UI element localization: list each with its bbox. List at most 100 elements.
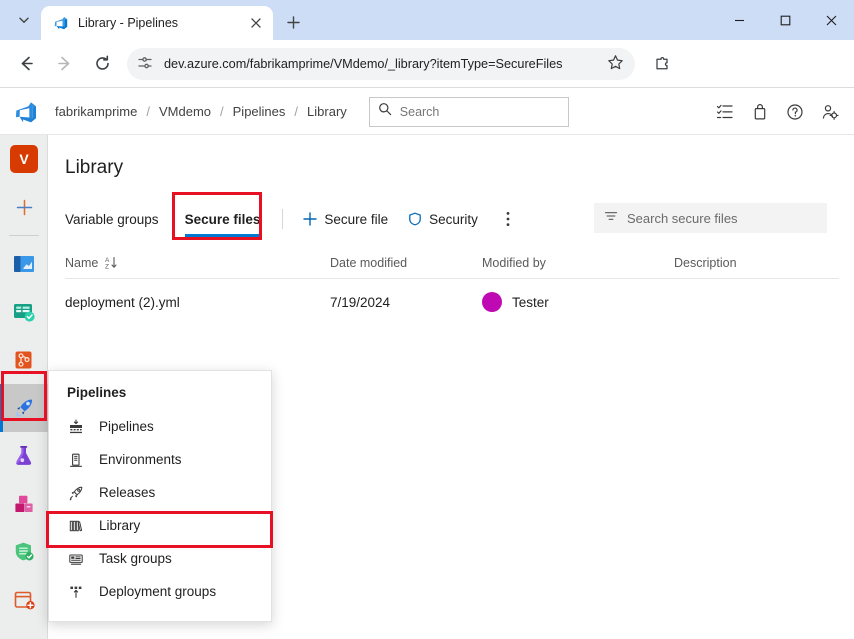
column-header-date-modified[interactable]: Date modified (330, 256, 482, 270)
column-header-modified-by[interactable]: Modified by (482, 256, 674, 270)
menu-item-deployment-groups[interactable]: Deployment groups (49, 575, 271, 608)
window-close-button[interactable] (808, 0, 854, 40)
secure-files-table: Name A Z Date modified Modified by Descr… (65, 247, 839, 325)
menu-item-releases-label: Releases (99, 485, 156, 500)
column-header-description[interactable]: Description (674, 256, 839, 270)
boards-checklist-icon[interactable] (709, 96, 741, 128)
breadcrumb-item-organization[interactable]: fabrikamprime (55, 104, 137, 119)
marketplace-bag-icon[interactable] (744, 96, 776, 128)
tab-list-chevron-down-icon[interactable] (10, 6, 38, 34)
menu-item-environments-label: Environments (99, 452, 182, 467)
extensions-puzzle-icon[interactable] (647, 49, 677, 79)
table-row[interactable]: deployment (2).yml 7/19/2024 Tester (65, 279, 839, 325)
breadcrumb-separator: / (220, 104, 224, 119)
sidebar-item-repos[interactable] (0, 336, 48, 384)
menu-item-deployment-groups-label: Deployment groups (99, 584, 217, 599)
table-header-row: Name A Z Date modified Modified by Descr… (65, 247, 839, 279)
flyout-title: Pipelines (67, 385, 127, 400)
page-settings-icon[interactable] (137, 55, 155, 73)
library-books-icon (67, 517, 85, 535)
search-secure-files-placeholder: Search secure files (627, 210, 738, 226)
sidebar-item-test-plans[interactable] (0, 432, 48, 480)
bookmark-star-icon[interactable] (607, 54, 627, 74)
tab-close-icon[interactable] (247, 14, 265, 32)
releases-rocket-icon (67, 484, 85, 502)
sidebar-item-advanced-security[interactable] (0, 528, 48, 576)
sidebar-item-overview[interactable] (0, 240, 48, 288)
browser-window: Library - Pipelines dev.azure.com/fabrik… (0, 0, 854, 639)
sidebar-item-artifacts[interactable] (0, 480, 48, 528)
header-search-placeholder: Search (399, 104, 440, 119)
header-action-icons (706, 89, 846, 135)
avatar (482, 292, 502, 312)
menu-item-pipelines[interactable]: Pipelines (49, 410, 271, 443)
column-header-name[interactable]: Name A Z (65, 256, 330, 270)
sidebar-item-pipelines[interactable] (0, 384, 48, 432)
breadcrumb-separator: / (294, 104, 299, 119)
help-question-icon[interactable] (779, 96, 811, 128)
breadcrumb: fabrikamprime / VMdemo / Pipelines / Lib… (55, 104, 347, 119)
sidebar-item-create-new[interactable] (0, 183, 48, 231)
rail-divider (8, 235, 39, 236)
search-secure-files-input[interactable]: Search secure files (594, 203, 827, 233)
browser-tab[interactable]: Library - Pipelines (41, 6, 273, 40)
window-maximize-button[interactable] (762, 0, 808, 40)
task-groups-icon (67, 550, 85, 568)
deployment-groups-icon (67, 583, 85, 601)
svg-text:Z: Z (105, 264, 109, 270)
address-bar[interactable]: dev.azure.com/fabrikamprime/VMdemo/_libr… (127, 47, 635, 80)
menu-item-library[interactable]: Library (49, 509, 271, 542)
menu-item-task-groups-label: Task groups (99, 551, 172, 566)
sidebar-item-add-extension[interactable] (0, 576, 48, 624)
add-secure-file-label: Secure file (324, 211, 389, 227)
menu-item-library-label: Library (99, 518, 141, 533)
toolbar-divider (282, 209, 284, 229)
page-title: Library (65, 157, 124, 178)
back-arrow-icon[interactable] (10, 48, 42, 80)
tab-variable-groups[interactable]: Variable groups (55, 197, 169, 241)
filter-icon (604, 209, 618, 228)
project-avatar[interactable]: V (0, 135, 48, 183)
window-minimize-button[interactable] (716, 0, 762, 40)
sidebar-item-boards[interactable] (0, 288, 48, 336)
breadcrumb-item-project[interactable]: VMdemo (159, 104, 211, 119)
breadcrumb-item-pipelines[interactable]: Pipelines (233, 104, 286, 119)
cell-date-modified: 7/19/2024 (330, 294, 391, 310)
shield-icon (408, 212, 422, 226)
environments-icon (67, 451, 85, 469)
cell-modified-by-name: Tester (512, 294, 549, 310)
project-avatar-initial: V (10, 145, 38, 173)
menu-item-pipelines-label: Pipelines (99, 419, 154, 434)
breadcrumb-separator: / (146, 104, 150, 119)
azure-devops-favicon-icon (53, 15, 69, 31)
breadcrumb-item-library[interactable]: Library (307, 104, 347, 119)
forward-arrow-icon[interactable] (48, 48, 80, 80)
browser-toolbar: dev.azure.com/fabrikamprime/VMdemo/_libr… (0, 40, 854, 88)
add-secure-file-button[interactable]: Secure file (295, 204, 396, 234)
search-icon (378, 102, 392, 121)
user-settings-icon[interactable] (814, 96, 846, 128)
plus-icon (303, 212, 318, 226)
pipelines-icon (67, 418, 85, 436)
security-label: Security (429, 211, 478, 227)
more-vertical-icon[interactable] (494, 205, 522, 233)
column-header-name-label: Name (65, 255, 99, 270)
pipelines-flyout-menu: Pipelines Pipelines Environments Release… (48, 370, 272, 622)
sort-ascending-icon[interactable]: A Z (105, 256, 117, 269)
address-bar-url: dev.azure.com/fabrikamprime/VMdemo/_libr… (164, 56, 563, 71)
azure-devops-logo[interactable] (12, 97, 42, 127)
tab-variable-groups-label: Variable groups (65, 211, 159, 227)
security-button[interactable]: Security (400, 204, 486, 234)
menu-item-releases[interactable]: Releases (49, 476, 271, 509)
reload-icon[interactable] (86, 48, 118, 80)
browser-tab-title: Library - Pipelines (78, 16, 179, 30)
menu-item-environments[interactable]: Environments (49, 443, 271, 476)
window-controls (716, 0, 854, 40)
azure-devops-header: fabrikamprime / VMdemo / Pipelines / Lib… (0, 89, 854, 135)
menu-item-task-groups[interactable]: Task groups (49, 542, 271, 575)
tab-secure-files[interactable]: Secure files (175, 197, 271, 241)
new-tab-button[interactable] (280, 9, 306, 35)
left-navigation-rail: V (0, 135, 48, 639)
cell-modified-by: Tester (482, 292, 674, 312)
header-search-input[interactable]: Search (368, 96, 569, 127)
